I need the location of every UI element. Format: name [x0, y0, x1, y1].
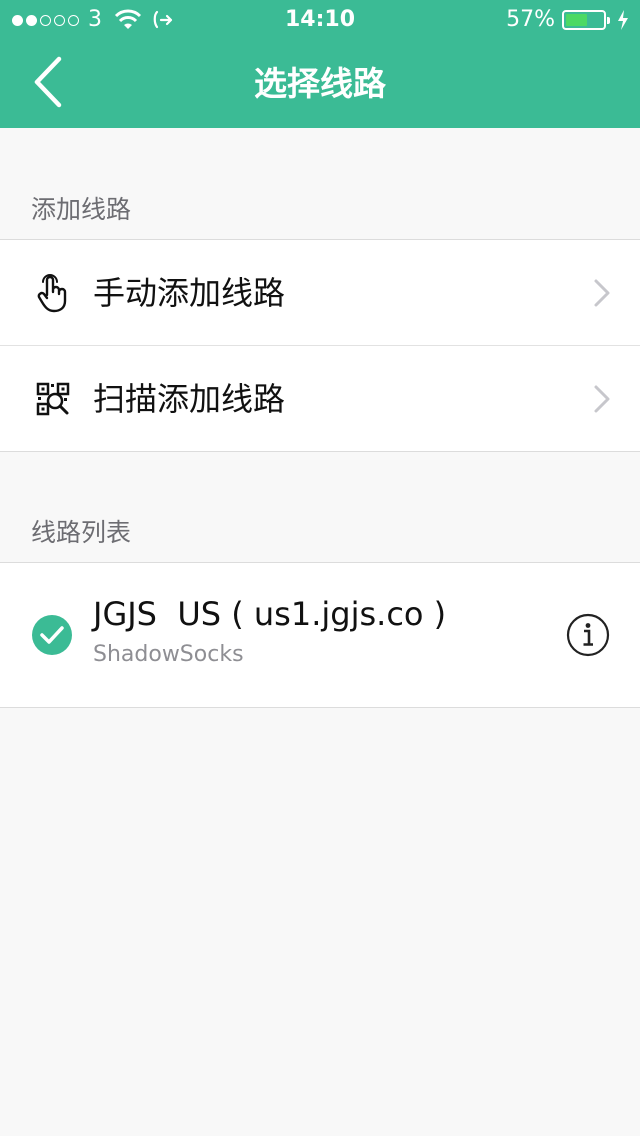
- add-route-group: 手动添加线路 扫描添加线路: [0, 239, 640, 452]
- checkmark-circle-icon: [31, 614, 73, 656]
- battery-fill: [566, 14, 587, 26]
- info-button[interactable]: [566, 613, 610, 657]
- manual-add-route-row[interactable]: 手动添加线路: [0, 240, 640, 345]
- chevron-right-icon: [592, 278, 612, 308]
- battery-icon: [562, 10, 610, 30]
- status-right: 57%: [506, 8, 630, 32]
- hand-pointer-icon: [32, 272, 74, 314]
- server-title: JGJS US ( us1.jgjs.co ): [93, 595, 447, 633]
- navigation-bar: 选择线路: [0, 40, 640, 128]
- status-bar: 3 14:10 57%: [0, 0, 640, 40]
- info-icon: [566, 613, 610, 657]
- section-header-add: 添加线路: [31, 195, 132, 224]
- server-protocol: ShadowSocks: [93, 642, 244, 667]
- chevron-right-icon: [592, 384, 612, 414]
- section-header-list: 线路列表: [31, 518, 132, 547]
- page-title: 选择线路: [254, 64, 386, 103]
- manual-add-route-label: 手动添加线路: [93, 273, 286, 312]
- scan-add-route-label: 扫描添加线路: [93, 379, 286, 418]
- battery-percent: 57%: [506, 7, 555, 32]
- charging-bolt-icon: [616, 9, 630, 31]
- qr-scan-icon: [32, 378, 74, 420]
- scan-add-route-row[interactable]: 扫描添加线路: [0, 345, 640, 451]
- top-bar: 3 14:10 57% 选择线路: [0, 0, 640, 128]
